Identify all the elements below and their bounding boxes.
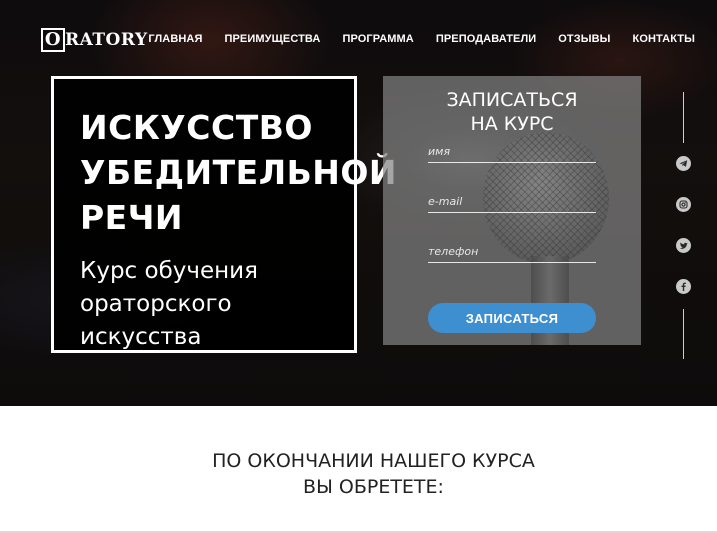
results-title: ПО ОКОНЧАНИИ НАШЕГО КУРСА ВЫ ОБРЕТЕТЕ: — [212, 450, 535, 498]
instagram-icon[interactable] — [676, 197, 691, 212]
nav-item-reviews[interactable]: ОТЗЫВЫ — [558, 33, 610, 45]
form-title: ЗАПИСАТЬСЯ НА КУРС — [446, 89, 578, 135]
twitter-icon[interactable] — [676, 238, 691, 253]
nav-item-contacts[interactable]: КОНТАКТЫ — [633, 33, 695, 45]
hero-subline: Курс обучения ораторского искусства — [80, 258, 258, 350]
signup-button[interactable]: ЗАПИСАТЬСЯ — [428, 303, 596, 333]
hero-section: O RATORY ГЛАВНАЯ ПРЕИМУЩЕСТВА ПРОГРАММА … — [0, 0, 717, 406]
headline-box: ИСКУССТВО УБЕДИТЕЛЬНОЙ РЕЧИ Курс обучени… — [51, 76, 397, 353]
page: O RATORY ГЛАВНАЯ ПРЕИМУЩЕСТВА ПРОГРАММА … — [0, 0, 717, 533]
hero-headline: ИСКУССТВО УБЕДИТЕЛЬНОЙ РЕЧИ — [80, 108, 398, 237]
results-section: ПО ОКОНЧАНИИ НАШЕГО КУРСА ВЫ ОБРЕТЕТЕ: — [0, 406, 717, 533]
phone-field[interactable] — [428, 242, 596, 263]
social-divider-bottom — [683, 309, 684, 359]
name-field[interactable] — [428, 142, 596, 163]
facebook-icon[interactable] — [676, 279, 691, 294]
logo-initial: O — [41, 28, 65, 52]
telegram-icon[interactable] — [676, 156, 691, 171]
nav-item-home[interactable]: ГЛАВНАЯ — [148, 33, 202, 45]
nav-item-advantages[interactable]: ПРЕИМУЩЕСТВА — [224, 33, 320, 45]
email-field[interactable] — [428, 192, 596, 213]
nav-item-program[interactable]: ПРОГРАММА — [342, 33, 413, 45]
nav-item-teachers[interactable]: ПРЕПОДАВАТЕЛИ — [436, 33, 536, 45]
main-nav: ГЛАВНАЯ ПРЕИМУЩЕСТВА ПРОГРАММА ПРЕПОДАВА… — [126, 33, 695, 45]
signup-form: ЗАПИСАТЬСЯ НА КУРС ЗАПИСАТЬСЯ — [383, 76, 641, 345]
social-divider-top — [683, 92, 684, 143]
